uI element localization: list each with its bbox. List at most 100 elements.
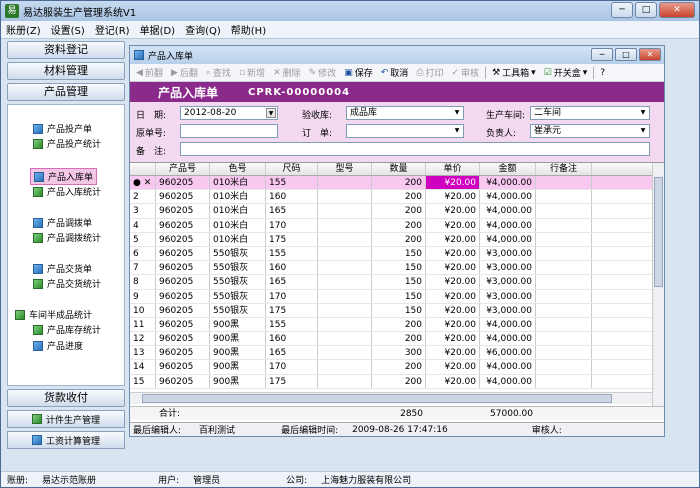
sidebar-material-manage[interactable]: 材料管理 <box>7 62 125 80</box>
table-cell[interactable]: ¥20.00 <box>426 232 480 246</box>
table-cell[interactable]: 175 <box>266 374 318 388</box>
table-row[interactable]: 12 960205 900黑 160 200 ¥20.00 ¥4,000.00 <box>130 332 664 347</box>
add-button[interactable]: ▫ 新增 <box>235 66 269 80</box>
table-cell[interactable]: 960205 <box>156 275 210 289</box>
table-row[interactable]: 9 960205 550银灰 170 150 ¥20.00 ¥3,000.00 <box>130 289 664 304</box>
col-remark[interactable]: 行备注 <box>536 163 592 175</box>
maximize-button[interactable]: □ <box>635 2 657 18</box>
sidebar-salary[interactable]: 工资计算管理 <box>7 431 125 449</box>
table-cell[interactable]: 2 <box>130 190 156 204</box>
table-cell[interactable]: 010米白 <box>210 176 266 190</box>
table-cell[interactable]: ¥3,000.00 <box>480 289 536 303</box>
table-cell[interactable]: ¥3,000.00 <box>480 303 536 317</box>
table-cell[interactable]: ¥20.00 <box>426 204 480 218</box>
warehouse-select[interactable]: 成品库 ▼ <box>346 106 464 120</box>
table-cell[interactable]: ¥20.00 <box>426 332 480 346</box>
table-cell[interactable]: ¥20.00 <box>426 317 480 332</box>
table-cell[interactable]: ● ✕ <box>130 176 156 190</box>
sidebar-item-stock-in[interactable]: 产品入库单 <box>30 168 98 185</box>
table-cell[interactable]: 550银灰 <box>210 303 266 317</box>
table-cell[interactable]: 900黑 <box>210 317 266 332</box>
delete-button[interactable]: ✕ 删除 <box>269 66 305 80</box>
table-cell[interactable]: 10 <box>130 303 156 317</box>
sidebar-item-production-order[interactable]: 产品投产单 <box>30 121 95 136</box>
col-color[interactable]: 色号 <box>210 163 266 175</box>
sidebar-item-transfer-stats[interactable]: 产品调拨统计 <box>30 230 104 245</box>
table-row[interactable]: 3 960205 010米白 165 200 ¥20.00 ¥4,000.00 <box>130 204 664 219</box>
table-cell[interactable]: 200 <box>372 218 426 232</box>
table-cell[interactable]: 900黑 <box>210 374 266 388</box>
sidebar-piecework[interactable]: 计件生产管理 <box>7 410 125 428</box>
child-maximize-button[interactable]: □ <box>615 48 637 61</box>
table-cell[interactable] <box>536 176 592 190</box>
table-cell[interactable] <box>318 218 372 232</box>
table-cell[interactable]: 010米白 <box>210 204 266 218</box>
prev-button[interactable]: ◀ 前翻 <box>132 66 167 80</box>
table-row[interactable]: 5 960205 010米白 175 200 ¥20.00 ¥4,000.00 <box>130 232 664 247</box>
table-cell[interactable] <box>536 190 592 204</box>
table-cell[interactable]: 300 <box>372 346 426 360</box>
help-button[interactable]: ? <box>596 68 609 78</box>
edit-button[interactable]: ✎ 修改 <box>305 66 341 80</box>
find-button[interactable]: ⌕ 查找 <box>202 66 235 80</box>
table-cell[interactable]: 160 <box>266 332 318 346</box>
table-cell[interactable]: 960205 <box>156 346 210 360</box>
table-cell[interactable]: 960205 <box>156 374 210 388</box>
table-row[interactable]: 6 960205 550银灰 155 150 ¥20.00 ¥3,000.00 <box>130 246 664 262</box>
table-cell[interactable]: 4 <box>130 218 156 232</box>
table-cell[interactable]: ¥20.00 <box>426 346 480 360</box>
table-cell[interactable]: 960205 <box>156 218 210 232</box>
table-cell[interactable]: 155 <box>266 246 318 261</box>
table-cell[interactable]: 010米白 <box>210 190 266 204</box>
table-cell[interactable]: ¥4,000.00 <box>480 232 536 246</box>
next-button[interactable]: ▶ 后翻 <box>167 66 202 80</box>
table-row[interactable]: 10 960205 550银灰 175 150 ¥20.00 ¥3,000.00 <box>130 303 664 318</box>
table-cell[interactable]: 200 <box>372 332 426 346</box>
col-product[interactable]: 产品号 <box>156 163 210 175</box>
table-cell[interactable]: 165 <box>266 275 318 289</box>
table-row[interactable]: 11 960205 900黑 155 200 ¥20.00 ¥4,000.00 <box>130 317 664 333</box>
orig-no-field[interactable] <box>180 124 278 138</box>
table-cell[interactable]: 200 <box>372 176 426 190</box>
table-row[interactable]: 8 960205 550银灰 165 150 ¥20.00 ¥3,000.00 <box>130 275 664 290</box>
table-cell[interactable] <box>318 275 372 289</box>
table-cell[interactable]: 550银灰 <box>210 275 266 289</box>
print-button[interactable]: ⎙ 打印 <box>412 66 447 80</box>
table-cell[interactable]: ¥20.00 <box>426 190 480 204</box>
table-cell[interactable]: 5 <box>130 232 156 246</box>
sidebar-item-semi-finished[interactable]: 车间半成品统计 <box>12 307 95 322</box>
table-cell[interactable]: 200 <box>372 360 426 374</box>
table-cell[interactable] <box>536 218 592 232</box>
sidebar-data-register[interactable]: 资料登记 <box>7 41 125 59</box>
table-cell[interactable]: 165 <box>266 346 318 360</box>
sidebar-product-manage[interactable]: 产品管理 <box>7 83 125 101</box>
table-cell[interactable]: 170 <box>266 218 318 232</box>
table-cell[interactable]: ¥20.00 <box>426 374 480 388</box>
table-cell[interactable] <box>318 317 372 332</box>
table-cell[interactable]: ¥20.00 <box>426 289 480 303</box>
workshop-select[interactable]: 二车间 ▼ <box>530 106 650 120</box>
child-close-button[interactable]: ✕ <box>639 48 661 61</box>
table-cell[interactable]: ¥20.00 <box>426 261 480 275</box>
table-cell[interactable]: 150 <box>372 261 426 275</box>
table-cell[interactable]: ¥20.00 <box>426 303 480 317</box>
table-cell[interactable]: 9 <box>130 289 156 303</box>
table-cell[interactable]: ¥4,000.00 <box>480 190 536 204</box>
minimize-button[interactable]: ─ <box>611 2 633 18</box>
date-field[interactable]: 2012-08-20 ▼ <box>180 106 278 120</box>
table-cell[interactable]: 960205 <box>156 232 210 246</box>
child-minimize-button[interactable]: ─ <box>591 48 613 61</box>
table-cell[interactable] <box>536 275 592 289</box>
menu-help[interactable]: 帮助(H) <box>226 22 271 37</box>
table-cell[interactable]: 900黑 <box>210 346 266 360</box>
table-cell[interactable] <box>318 360 372 374</box>
table-cell[interactable]: 960205 <box>156 303 210 317</box>
table-cell[interactable] <box>536 232 592 246</box>
table-cell[interactable]: 200 <box>372 374 426 388</box>
sidebar-payment[interactable]: 货款收付 <box>7 389 125 407</box>
table-cell[interactable]: 150 <box>372 246 426 261</box>
toolbox-button[interactable]: ⚒ 工具箱 ▾ <box>488 66 540 80</box>
menu-query[interactable]: 查询(Q) <box>180 22 226 37</box>
remark-field[interactable] <box>180 142 650 156</box>
table-cell[interactable]: 010米白 <box>210 218 266 232</box>
